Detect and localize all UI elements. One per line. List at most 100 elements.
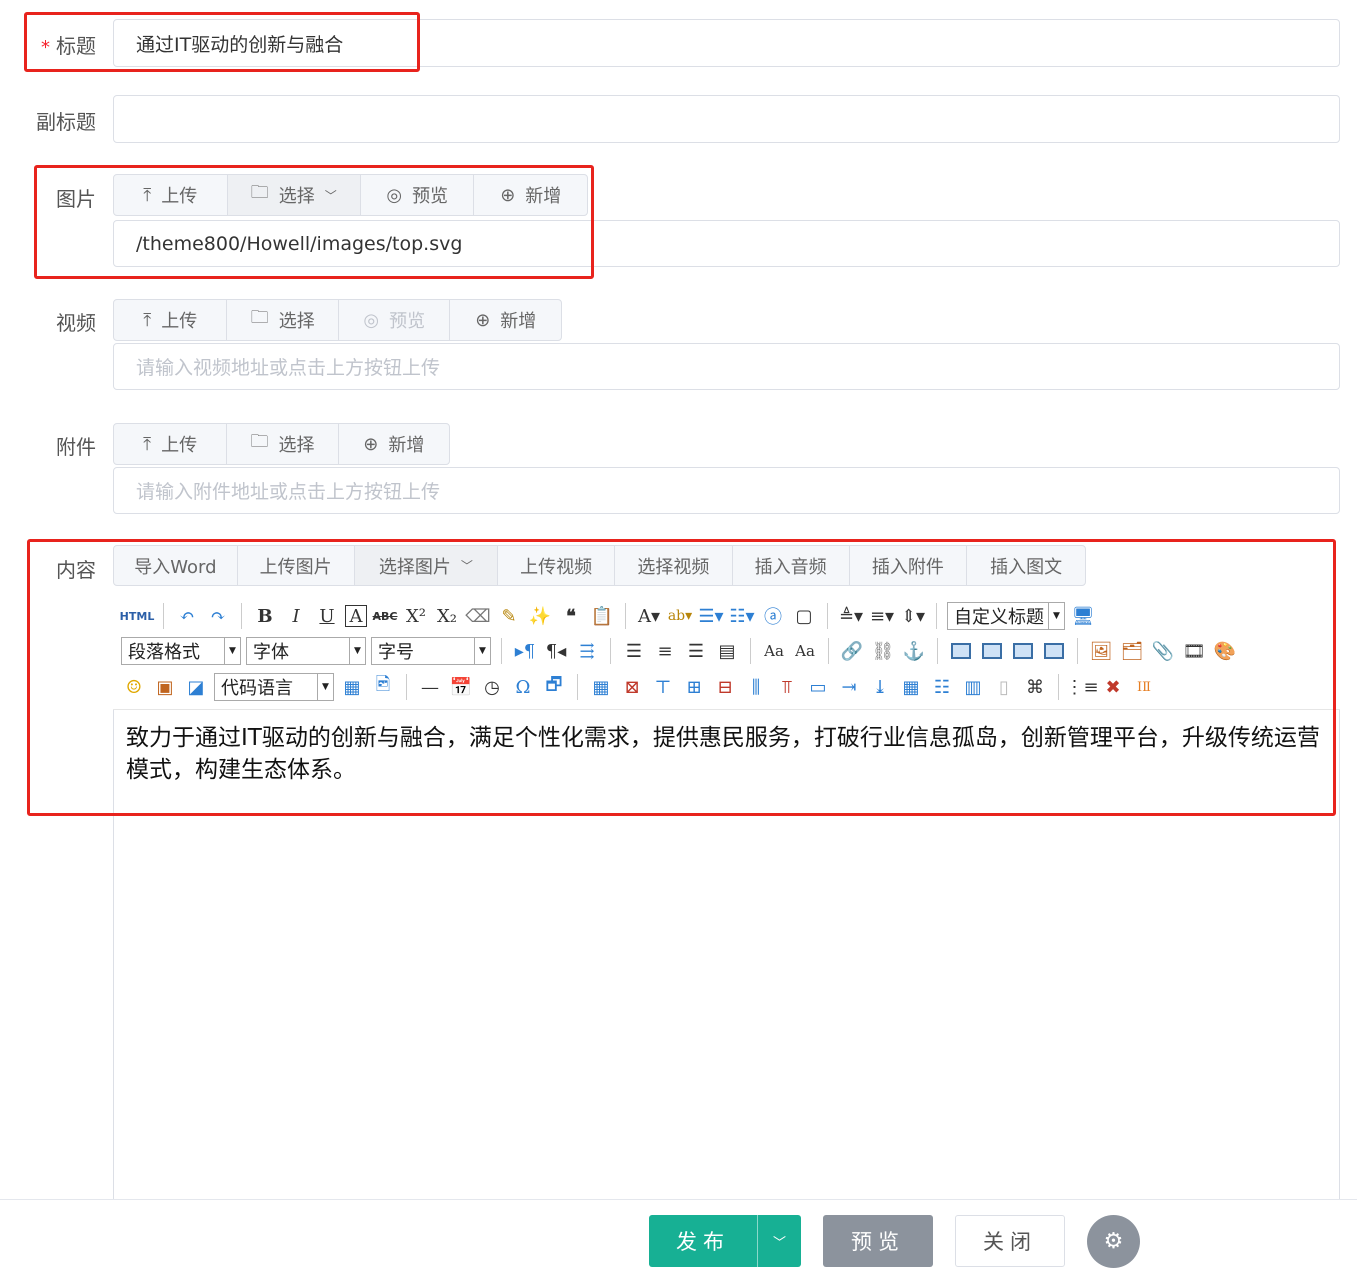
code-language-dropdown[interactable]: 代码语言 ▼ — [214, 673, 334, 701]
blockquote-icon[interactable]: ❝ — [558, 603, 584, 629]
ordered-list-icon[interactable]: ☰▾ — [698, 603, 724, 629]
delete-col-icon[interactable]: ⫪ — [774, 674, 800, 700]
insert-table-icon[interactable]: ▦ — [588, 674, 614, 700]
print-icon[interactable]: ▯ — [991, 674, 1017, 700]
image-center-icon[interactable] — [1041, 638, 1067, 664]
subtitle-input[interactable] — [113, 95, 1340, 143]
highlight-color-icon[interactable]: ab▾ — [667, 603, 693, 629]
rtl-icon[interactable]: ¶◂ — [543, 638, 569, 664]
scrawl-icon[interactable]: 🎨 — [1212, 638, 1238, 664]
insert-row-icon[interactable]: ⊞ — [681, 674, 707, 700]
insert-paragraph-before-table-icon[interactable]: ⊤ — [650, 674, 676, 700]
superscript-icon[interactable]: X² — [403, 603, 429, 629]
time-icon[interactable]: ◷ — [479, 674, 505, 700]
video-upload-button[interactable]: ⤒ 上传 — [114, 300, 228, 340]
image-path-input[interactable]: /theme800/Howell/images/top.svg — [113, 220, 1340, 267]
attachment-add-button[interactable]: ⊕ 新增 — [339, 424, 449, 464]
indent-icon[interactable]: ⇶ — [574, 638, 600, 664]
video-preview-button[interactable]: ◎ 预览 — [339, 300, 451, 340]
delete-table-icon[interactable]: ⊠ — [619, 674, 645, 700]
underline-icon[interactable]: U — [314, 603, 340, 629]
line-height-icon[interactable]: ⇕▾ — [900, 603, 926, 629]
insert-col-icon[interactable]: ⫼ — [743, 674, 769, 700]
image-select-button[interactable]: 🗀 选择 ﹀ — [227, 175, 361, 215]
unlink-icon[interactable]: ⛓ — [870, 638, 896, 664]
page-break-icon[interactable]: ⋮≡ — [1065, 674, 1098, 700]
insert-image-icon[interactable]: 🖼 — [1088, 638, 1114, 664]
lowercase-icon[interactable]: Aa — [792, 638, 818, 664]
merge-cells-icon[interactable]: ▭ — [805, 674, 831, 700]
select-all-icon[interactable]: ⓐ — [760, 603, 786, 629]
align-center-icon[interactable]: ≡ — [652, 638, 678, 664]
background-icon[interactable]: 🖻 — [370, 674, 396, 700]
insert-attachment-button[interactable]: 插入附件 — [850, 546, 968, 585]
editor-content[interactable]: 致力于通过IT驱动的创新与融合，满足个性化需求，提供惠民服务，打破行业信息孤岛，… — [126, 722, 1326, 786]
align-left-icon[interactable]: ☰ — [621, 638, 647, 664]
split-rows-icon[interactable]: ☷ — [929, 674, 955, 700]
delete-row-icon[interactable]: ⊟ — [712, 674, 738, 700]
font-color-icon[interactable]: A▾ — [636, 603, 662, 629]
uppercase-icon[interactable]: Aa — [761, 638, 787, 664]
video-url-input[interactable]: 请输入视频地址或点击上方按钮上传 — [113, 343, 1340, 390]
unordered-list-icon[interactable]: ☷▾ — [729, 603, 755, 629]
video-select-button[interactable]: 🗀 选择 — [227, 300, 339, 340]
clear-doc-icon[interactable]: ▢ — [791, 603, 817, 629]
row-spacing-top-icon[interactable]: ≜▾ — [838, 603, 864, 629]
search-replace-icon[interactable]: ⌘ — [1022, 674, 1048, 700]
image-frame-icon[interactable]: ▣ — [152, 674, 178, 700]
font-size-dropdown[interactable]: 字号 ▼ — [371, 637, 491, 665]
image-preview-button[interactable]: ◎ 预览 — [361, 175, 475, 215]
font-border-icon[interactable]: A — [345, 605, 367, 627]
link-icon[interactable]: 🔗 — [839, 638, 865, 664]
horizontal-rule-icon[interactable]: — — [417, 674, 443, 700]
attachment-select-button[interactable]: 🗀 选择 — [227, 424, 339, 464]
format-brush-icon[interactable]: ✎ — [496, 603, 522, 629]
insert-article-button[interactable]: 插入图文 — [967, 546, 1085, 585]
import-word-button[interactable]: 导入Word — [114, 546, 238, 585]
custom-heading-dropdown[interactable]: 自定义标题 ▼ — [947, 602, 1065, 630]
anchor-icon[interactable]: ⚓ — [901, 638, 927, 664]
settings-button[interactable]: ⚙ — [1087, 1215, 1140, 1268]
split-cols-icon[interactable]: ▥ — [960, 674, 986, 700]
image-add-button[interactable]: ⊕ 新增 — [474, 175, 587, 215]
close-button[interactable]: 关闭 — [955, 1215, 1065, 1267]
align-right-icon[interactable]: ☰ — [683, 638, 709, 664]
video-icon[interactable]: 🎞 — [1181, 638, 1207, 664]
select-image-button[interactable]: 选择图片 ﹀ — [354, 546, 499, 585]
subscript-icon[interactable]: X₂ — [434, 603, 460, 629]
eraser-icon[interactable]: ⌫ — [465, 603, 491, 629]
special-char-icon[interactable]: Ω — [510, 674, 536, 700]
strikethrough-icon[interactable]: ABC — [372, 603, 398, 629]
paragraph-format-dropdown[interactable]: 段落格式 ▼ — [121, 637, 241, 665]
image-left-icon[interactable] — [979, 638, 1005, 664]
image-none-icon[interactable] — [948, 638, 974, 664]
redo-icon[interactable]: ↷ — [205, 603, 231, 629]
map-icon[interactable]: ◪ — [183, 674, 209, 700]
video-add-button[interactable]: ⊕ 新增 — [450, 300, 561, 340]
template-icon[interactable]: ▦ — [339, 674, 365, 700]
date-icon[interactable]: 📅 — [448, 674, 474, 700]
preview-button[interactable]: 预览 — [823, 1215, 933, 1267]
preview-monitor-icon[interactable]: 🖥 — [1070, 603, 1096, 629]
publish-button[interactable]: 发布 ﹀ — [649, 1215, 801, 1267]
word-image-icon[interactable]: 🗗 — [541, 674, 567, 700]
image-upload-button[interactable]: ⤒ 上传 — [114, 175, 228, 215]
row-spacing-bottom-icon[interactable]: ≡▾ — [869, 603, 895, 629]
title-input[interactable]: 通过IT驱动的创新与融合 — [113, 19, 1340, 67]
image-right-icon[interactable] — [1010, 638, 1036, 664]
upload-image-button[interactable]: 上传图片 — [238, 546, 355, 585]
ltr-icon[interactable]: ▸¶ — [512, 638, 538, 664]
select-video-button[interactable]: 选择视频 — [615, 546, 733, 585]
html-source-icon[interactable]: HTML — [120, 603, 155, 629]
attachment-icon[interactable]: 📎 — [1150, 638, 1176, 664]
font-family-dropdown[interactable]: 字体 ▼ — [246, 637, 366, 665]
italic-icon[interactable]: I — [283, 603, 309, 629]
paste-text-icon[interactable]: 📋 — [589, 603, 615, 629]
split-cells-icon[interactable]: ▦ — [898, 674, 924, 700]
attachment-upload-button[interactable]: ⤒ 上传 — [114, 424, 228, 464]
publish-dropdown-icon[interactable]: ﹀ — [757, 1215, 801, 1267]
merge-right-icon[interactable]: ⇥ — [836, 674, 862, 700]
align-justify-icon[interactable]: ▤ — [714, 638, 740, 664]
wordcount-icon[interactable]: ⅠⅡ — [1131, 674, 1157, 700]
auto-format-icon[interactable]: ✨ — [527, 603, 553, 629]
